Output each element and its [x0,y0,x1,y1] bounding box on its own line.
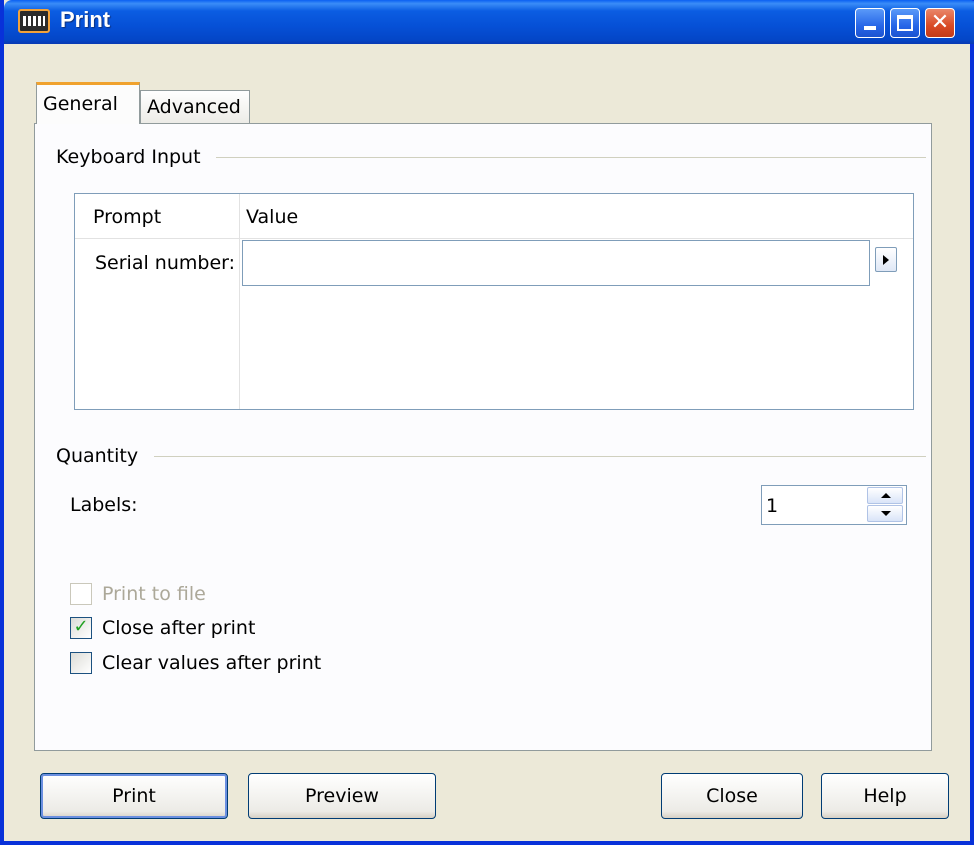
close-window-button[interactable]: ✕ [925,8,955,38]
header-divider [75,238,913,239]
preview-button-label: Preview [305,785,379,807]
serial-number-input[interactable] [242,240,870,286]
clear-values-label[interactable]: Clear values after print [102,652,321,674]
keyboard-icon [18,9,50,33]
preview-button[interactable]: Preview [248,773,436,819]
clear-values-checkbox[interactable] [70,652,92,674]
serial-number-arrow-button[interactable] [875,247,897,272]
print-to-file-label: Print to file [102,583,206,605]
quantity-heading: Quantity [56,445,153,467]
close-after-print-label[interactable]: Close after print [102,617,255,639]
serial-number-prompt: Serial number: [95,252,236,274]
print-button-label: Print [112,785,156,807]
stepper-up-button[interactable] [867,487,903,504]
quantity-divider [154,456,926,457]
check-icon: ✓ [73,616,89,637]
keyboard-input-grid: Prompt Value Serial number: [74,193,914,410]
tab-advanced-label: Advanced [147,96,241,118]
column-divider [239,194,240,409]
window-title: Print [60,7,111,32]
stepper-buttons [867,487,905,523]
print-to-file-checkbox [70,583,92,605]
print-dialog: Print ✕ General Advanced Keyboard Input … [0,0,974,845]
spin-up-icon [881,493,891,498]
close-after-print-checkbox[interactable]: ✓ [70,616,92,639]
tab-general[interactable]: General [36,82,140,124]
help-button-label: Help [863,785,907,807]
minimize-button[interactable] [855,8,885,38]
column-header-value: Value [246,206,299,228]
tab-general-label: General [43,93,118,115]
stepper-down-button[interactable] [867,505,903,522]
tab-advanced[interactable]: Advanced [140,90,250,124]
maximize-icon [897,15,913,31]
keyboard-input-divider [216,157,926,158]
maximize-button[interactable] [890,8,920,38]
minimize-icon [864,26,876,30]
help-button[interactable]: Help [821,773,949,819]
column-header-prompt: Prompt [93,206,162,228]
labels-quantity-stepper[interactable]: 1 [761,485,907,525]
close-button[interactable]: Close [661,773,803,819]
spin-down-icon [881,511,891,516]
arrow-right-icon [883,255,889,265]
print-button[interactable]: Print [40,773,228,819]
labels-label: Labels: [70,494,138,516]
labels-quantity-value[interactable]: 1 [766,495,778,517]
close-button-label: Close [706,785,758,807]
close-icon: ✕ [930,10,950,35]
keyboard-input-heading: Keyboard Input [56,146,215,168]
title-bar[interactable]: Print ✕ [4,0,974,44]
